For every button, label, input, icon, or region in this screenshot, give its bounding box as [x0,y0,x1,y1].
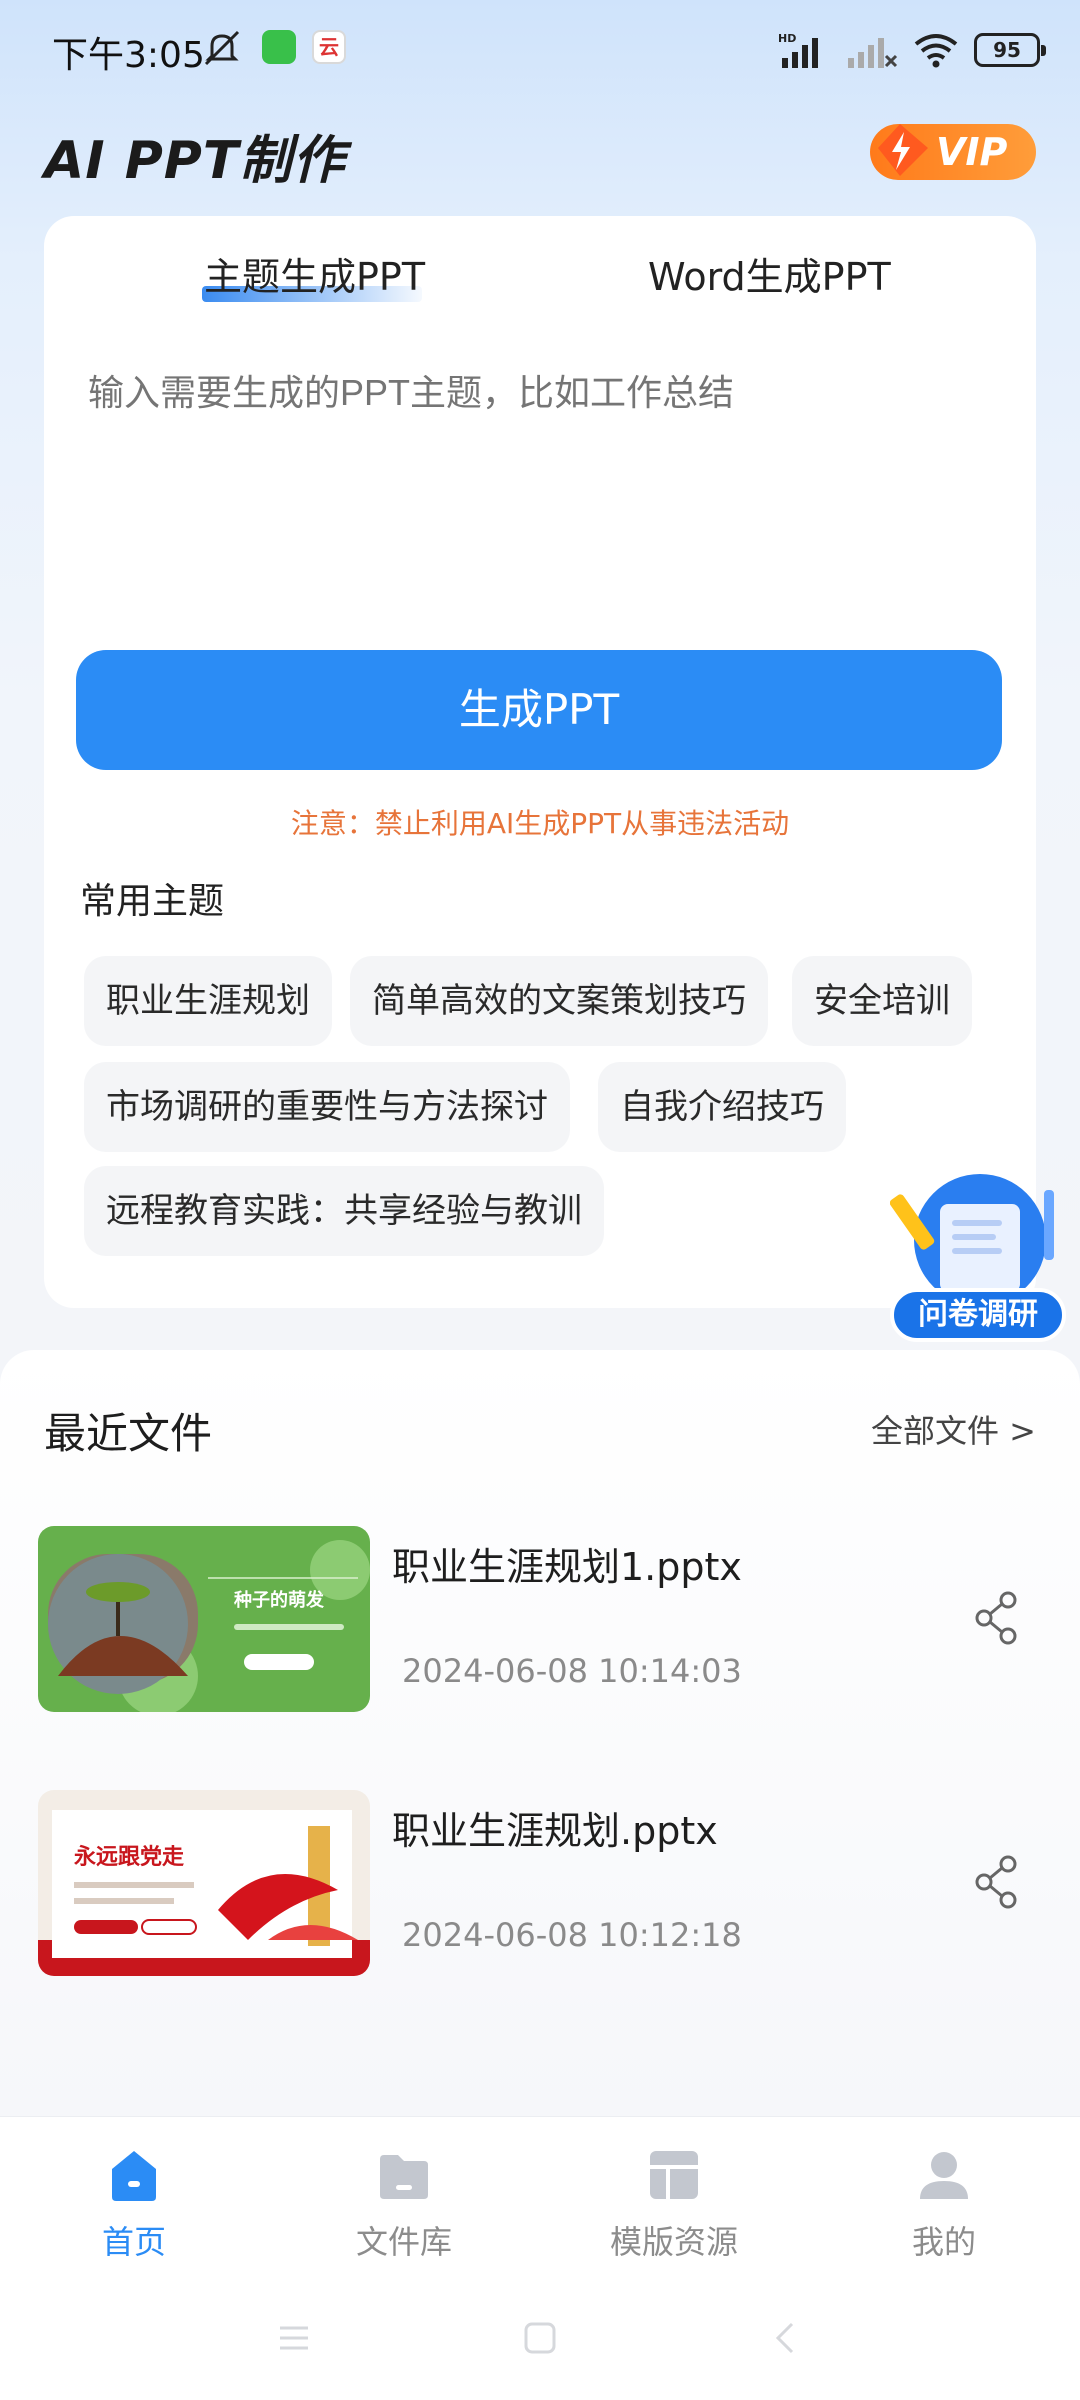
recent-files-section: 最近文件 全部文件 > 种子的萌发 职业生涯规划1.pptx 2024-06-0… [0,1350,1080,2116]
status-time: 下午3:05 [52,35,205,76]
generate-ppt-button[interactable]: 生成PPT [76,650,1002,770]
app-notification-icon [262,30,296,64]
topic-chip[interactable]: 简单高效的文案策划技巧 [350,956,768,1046]
all-files-link[interactable]: 全部文件 > [871,1406,1036,1452]
mute-icon [204,30,240,66]
tab-word[interactable]: Word生成PPT [648,246,891,301]
bottom-nav: 首页 文件库 模版资源 我的 [0,2116,1080,2286]
nav-templates[interactable]: 模版资源 [574,2147,774,2263]
nav-mine[interactable]: 我的 [844,2147,1044,2263]
file-name: 职业生涯规划1.pptx [392,1545,742,1589]
menu-icon[interactable] [274,2318,314,2358]
recent-files-title: 最近文件 [44,1409,213,1458]
vip-label: VIP [936,130,1008,174]
topic-input[interactable] [88,372,988,414]
nav-label: 我的 [911,2223,976,2261]
status-bar: 下午3:05 云 HD 95 [0,0,1080,100]
battery-indicator: 95 [974,33,1046,67]
file-time: 2024-06-08 10:14:03 [402,1652,742,1690]
back-icon[interactable] [766,2318,806,2358]
survey-float-button[interactable]: 问卷调研 [889,1170,1066,1342]
topic-chip[interactable]: 自我介绍技巧 [598,1062,846,1152]
topic-chip[interactable]: 安全培训 [792,956,972,1046]
common-topics-title: 常用主题 [80,881,225,922]
nav-files[interactable]: 文件库 [304,2147,504,2263]
nav-home[interactable]: 首页 [34,2147,234,2263]
vip-button[interactable]: VIP [870,124,1036,180]
home-icon [112,2151,156,2201]
file-time: 2024-06-08 10:12:18 [402,1916,742,1954]
share-icon[interactable] [972,1590,1022,1646]
topic-chip[interactable]: 职业生涯规划 [84,956,332,1046]
notice-text: 注意：禁止利用AI生成PPT从事违法活动 [290,807,790,840]
thumb-title: 种子的萌发 [233,1589,325,1611]
topic-chip[interactable]: 远程教育实践：共享经验与教训 [84,1166,604,1256]
tab-topic[interactable]: 主题生成PPT [204,246,425,301]
nav-label: 首页 [101,2223,166,2261]
generator-card: 主题生成PPT Word生成PPT 生成PPT 注意：禁止利用AI生成PPT从事… [44,216,1036,1308]
file-name: 职业生涯规划.pptx [392,1809,718,1853]
wifi-icon [914,34,958,68]
nav-label: 模版资源 [609,2223,738,2261]
svg-text:HD: HD [778,32,796,45]
bolt-icon [878,124,928,176]
home-square-icon[interactable] [520,2318,560,2358]
signal-icon: HD [778,32,818,68]
topic-chip[interactable]: 市场调研的重要性与方法探讨 [84,1062,570,1152]
app-title: AI PPT制作 [44,131,346,191]
folder-icon [380,2155,428,2199]
nav-label: 文件库 [355,2223,452,2261]
system-nav-bar [0,2286,1080,2400]
file-thumbnail: 永远跟党走 [38,1790,370,1976]
file-row[interactable]: 永远跟党走 职业生涯规划.pptx 2024-06-08 10:12:18 [38,1790,1038,1976]
file-row[interactable]: 种子的萌发 职业生涯规划1.pptx 2024-06-08 10:14:03 [38,1526,1038,1712]
cloud-app-icon: 云 [312,30,346,64]
share-icon[interactable] [972,1854,1022,1910]
user-icon [920,2152,968,2199]
template-icon [650,2151,698,2199]
file-thumbnail: 种子的萌发 [38,1526,370,1712]
signal-2-icon [848,38,898,68]
thumb-title: 永远跟党走 [74,1844,184,1870]
survey-label: 问卷调研 [890,1288,1066,1342]
